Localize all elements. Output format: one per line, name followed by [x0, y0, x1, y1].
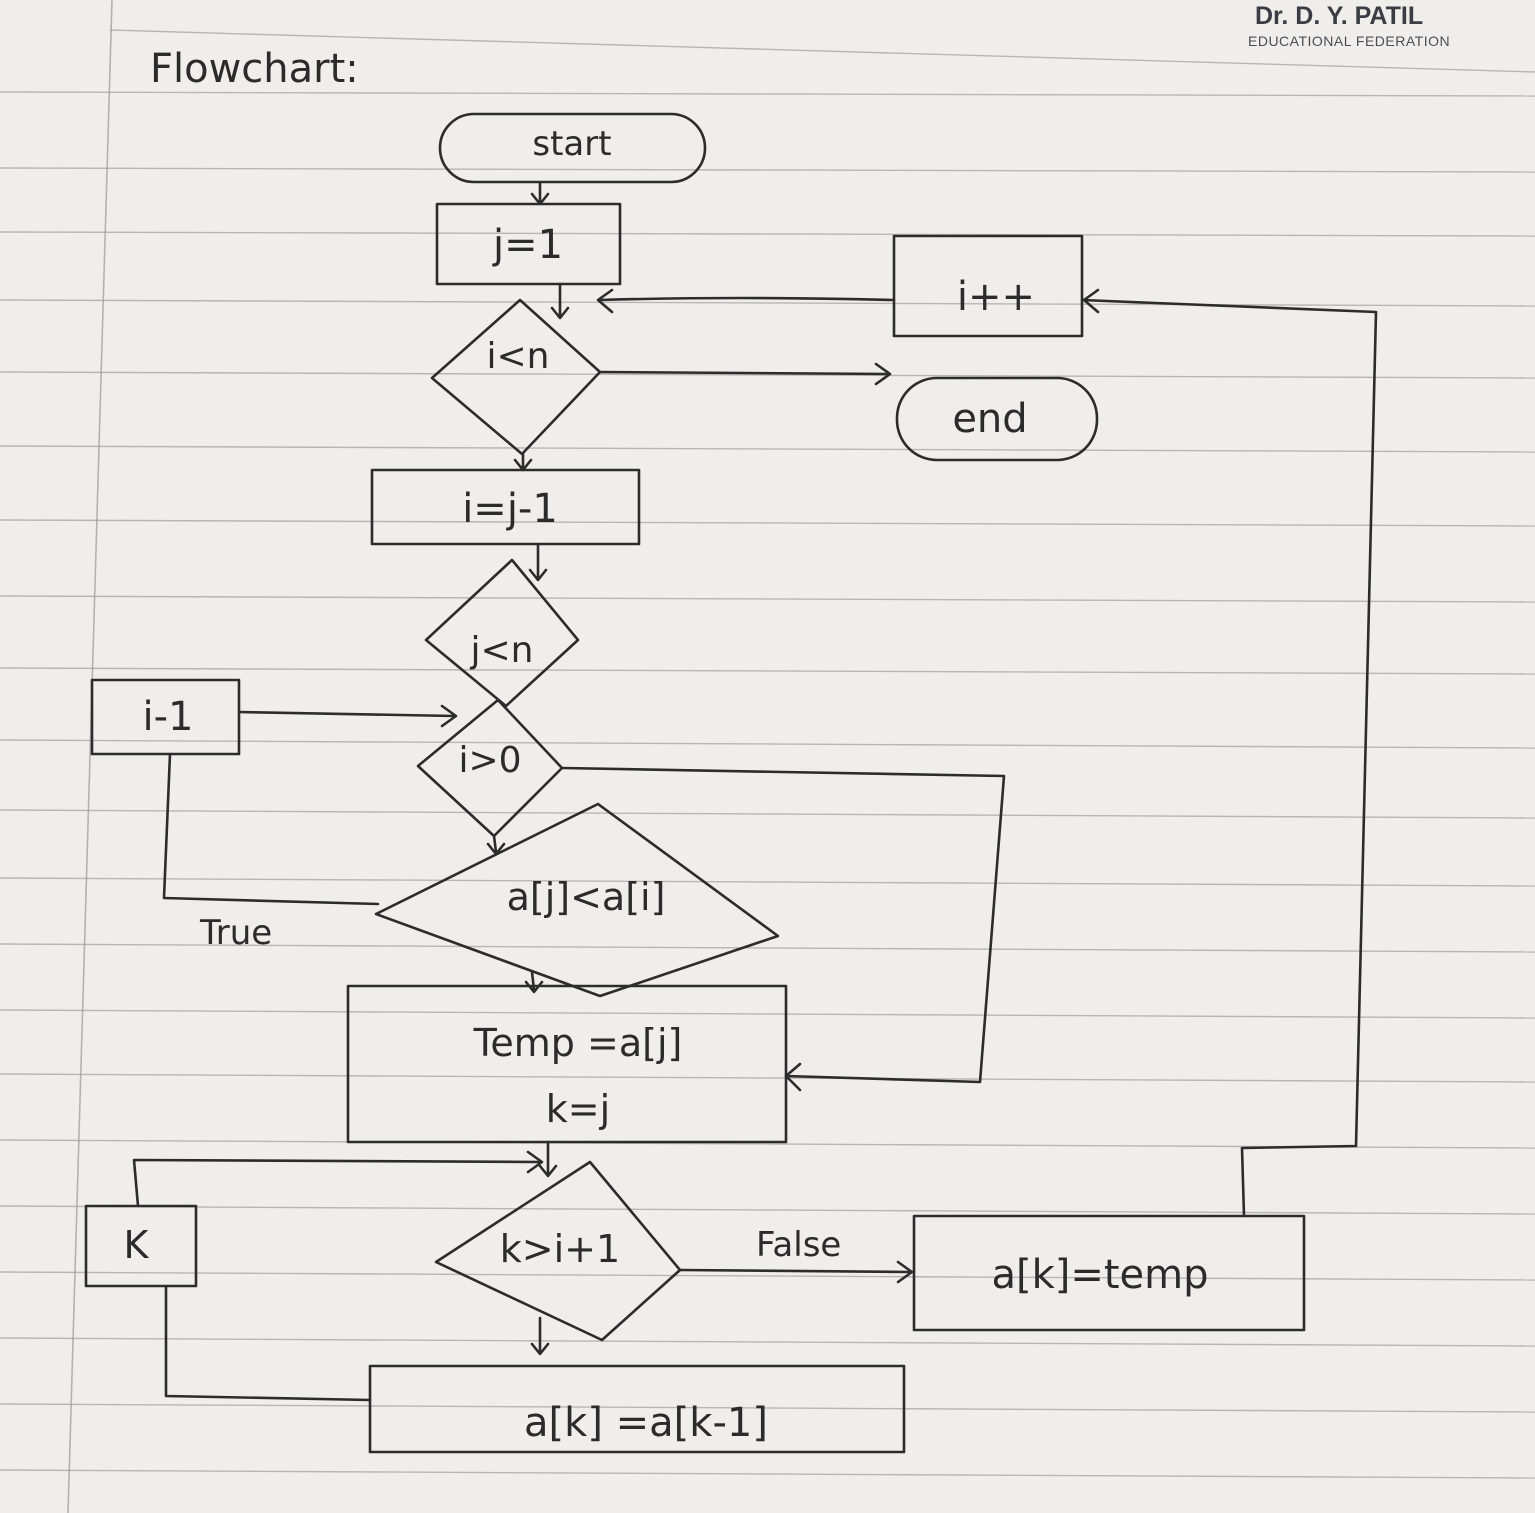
cond-i-pos-diamond: i>0 [416, 698, 564, 838]
init-j-box: j=1 [435, 202, 622, 286]
cond-i-pos-label: i>0 [458, 740, 521, 781]
end-label: end [952, 396, 1027, 442]
shift-label: a[k] =a[k-1] [524, 1400, 768, 1446]
cond-j-label: j<n [470, 630, 534, 671]
arrow-init-to-cond [550, 282, 570, 320]
line-true-loop [162, 752, 380, 906]
cond-k-diamond: k>i+1 [434, 1160, 682, 1342]
shift-box: a[k] =a[k-1] [368, 1364, 906, 1454]
notebook-page: Dr. D. Y. PATIL EDUCATIONAL FEDERATION F… [0, 0, 1535, 1513]
arrow-condk-false [678, 1260, 914, 1284]
arrow-temp-to-condk [538, 1140, 558, 1178]
decrement-i-box: i-1 [90, 678, 241, 756]
false-label: False [756, 1225, 841, 1265]
temp-box: Temp =a[j] k=j [346, 984, 788, 1144]
arrow-decrement-to-condi [237, 704, 458, 728]
init-j-label: j=1 [492, 222, 563, 268]
brand-name: Dr. D. Y. PATIL [1255, 2, 1423, 30]
start-terminator: start [438, 112, 707, 184]
cond-outer-label: i<n [487, 336, 550, 377]
flowchart-canvas: Dr. D. Y. PATIL EDUCATIONAL FEDERATION F… [0, 0, 1535, 1513]
assign-i-box: i=j-1 [370, 468, 641, 546]
cond-compare-diamond: a[j]<a[i] [374, 802, 780, 998]
k-box: K [84, 1204, 198, 1288]
k-label: K [124, 1223, 150, 1267]
decrement-i-label: i-1 [143, 694, 194, 740]
cond-compare-label: a[j]<a[i] [507, 875, 666, 919]
cond-j-diamond: j<n [424, 558, 580, 708]
assign-i-label: i=j-1 [462, 486, 558, 532]
brand-tagline: EDUCATIONAL FEDERATION [1248, 33, 1450, 49]
arrow-start-to-init [530, 180, 550, 206]
cond-outer-diamond: i<n [430, 298, 602, 456]
incr-i-box: i++ [892, 234, 1084, 338]
line-shift-to-k [164, 1284, 372, 1402]
assign-ak-temp-box: a[k]=temp [912, 1214, 1306, 1332]
temp-line2: k=j [546, 1087, 610, 1131]
arrow-condk-true [530, 1316, 550, 1356]
cond-k-label: k>i+1 [500, 1227, 620, 1271]
end-terminator: end [895, 376, 1099, 462]
arrow-incr-to-cond [596, 288, 896, 314]
arrow-cond-to-assign [513, 452, 533, 472]
arrow-assign-to-condj [528, 542, 548, 582]
line-k-loop-back [132, 1150, 544, 1208]
incr-i-label: i++ [957, 274, 1035, 320]
temp-line1: Temp =a[j] [473, 1021, 683, 1065]
assign-ak-temp-label: a[k]=temp [991, 1252, 1208, 1298]
page-heading: Flowchart: [150, 46, 359, 92]
line-incr-right [1080, 298, 1378, 314]
true-label: True [199, 913, 272, 953]
start-label: start [532, 124, 611, 164]
